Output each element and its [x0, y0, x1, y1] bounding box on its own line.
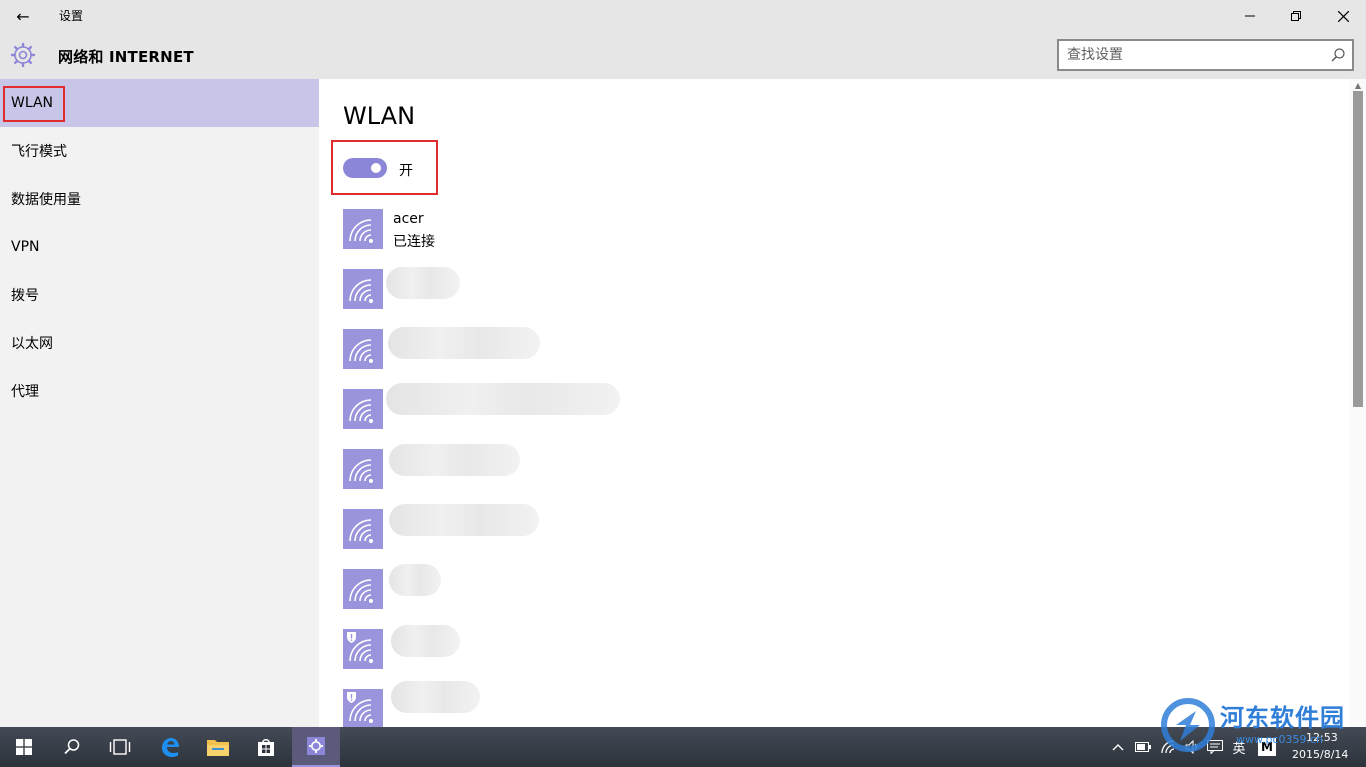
start-button[interactable] — [0, 727, 48, 767]
toggle-label: 开 — [399, 163, 413, 179]
edge-icon — [162, 738, 179, 757]
minimize-button[interactable] — [1227, 0, 1273, 32]
scroll-up-arrow-icon[interactable]: ▲ — [1353, 81, 1363, 90]
secured-wifi-icon — [347, 632, 373, 663]
sidebar-nav: WLAN 飞行模式 数据使用量 VPN 拨号 以太网 代理 — [0, 79, 319, 727]
section-title: WLAN — [343, 102, 416, 130]
wifi-network-item[interactable] — [343, 209, 383, 249]
store-button[interactable] — [242, 727, 290, 767]
settings-taskbar-button[interactable] — [292, 727, 340, 767]
edge-browser-button[interactable] — [146, 727, 194, 767]
restore-button[interactable] — [1273, 0, 1319, 32]
wifi-signal-icon — [349, 279, 373, 303]
redacted-network-name — [389, 564, 441, 596]
sidebar-item-data-usage[interactable]: 数据使用量 — [0, 175, 319, 223]
chevron-up-icon — [1112, 744, 1124, 751]
sidebar-item-label: VPN — [11, 239, 40, 255]
watermark-url: www.pc0359.cn — [1236, 733, 1324, 746]
sidebar-item-dialup[interactable]: 拨号 — [0, 271, 319, 319]
search-taskbar-button[interactable] — [48, 727, 96, 767]
redacted-network-name — [389, 504, 539, 536]
wifi-network-item[interactable] — [343, 509, 383, 549]
search-input[interactable] — [1067, 46, 1317, 64]
close-icon — [1337, 10, 1349, 22]
folder-icon — [207, 740, 229, 756]
gear-icon — [10, 42, 36, 68]
back-button[interactable]: ← — [0, 0, 46, 32]
vertical-scrollbar[interactable]: ▲ — [1350, 79, 1366, 727]
store-bag-icon — [258, 739, 274, 756]
sidebar-item-label: 以太网 — [11, 336, 53, 352]
toggle-knob — [371, 163, 381, 173]
redacted-network-name — [386, 383, 620, 415]
redacted-network-name — [391, 681, 480, 713]
search-box[interactable] — [1057, 39, 1354, 71]
sidebar-item-label: 飞行模式 — [11, 144, 67, 160]
sidebar-item-label: 数据使用量 — [11, 192, 81, 208]
secured-wifi-icon — [347, 692, 373, 723]
close-button[interactable] — [1320, 0, 1366, 32]
minimize-icon — [1245, 15, 1255, 17]
wifi-signal-icon — [349, 219, 373, 243]
file-explorer-button[interactable] — [194, 727, 242, 767]
wifi-network-item[interactable] — [343, 389, 383, 429]
sidebar-item-airplane-mode[interactable]: 飞行模式 — [0, 127, 319, 175]
wifi-signal-icon — [349, 459, 373, 483]
gear-icon — [307, 737, 325, 755]
network-status: 已连接 — [393, 234, 435, 250]
wifi-signal-icon — [349, 579, 373, 603]
redacted-network-name — [389, 444, 520, 476]
search-icon[interactable] — [1330, 47, 1346, 63]
wifi-network-item[interactable] — [343, 449, 383, 489]
window-title: 设置 — [59, 9, 84, 23]
battery-tray-button[interactable] — [1134, 738, 1152, 756]
wifi-signal-icon — [349, 399, 373, 423]
sidebar-item-label: 拨号 — [11, 288, 39, 304]
wifi-network-item[interactable] — [343, 629, 383, 669]
scroll-thumb[interactable] — [1353, 91, 1363, 407]
watermark-text: 河东软件园 — [1220, 703, 1345, 732]
settings-header: 网络和 INTERNET — [0, 32, 1366, 79]
wifi-network-item[interactable] — [343, 689, 383, 727]
network-name: acer — [393, 211, 424, 227]
sidebar-item-ethernet[interactable]: 以太网 — [0, 319, 319, 367]
sidebar-item-label: 代理 — [11, 384, 39, 400]
task-view-button[interactable] — [96, 727, 144, 767]
wlan-toggle[interactable] — [343, 158, 387, 178]
wifi-signal-icon — [349, 519, 373, 543]
windows-logo-icon — [16, 739, 32, 755]
wifi-network-item[interactable] — [343, 269, 383, 309]
task-view-icon — [109, 739, 131, 755]
title-bar: ← 设置 — [0, 0, 1366, 32]
sidebar-item-proxy[interactable]: 代理 — [0, 367, 319, 415]
back-arrow-icon: ← — [16, 6, 30, 26]
battery-icon — [1135, 742, 1151, 752]
redacted-network-name — [386, 267, 460, 299]
redacted-network-name — [388, 327, 540, 359]
redacted-network-name — [391, 625, 460, 657]
page-heading: 网络和 INTERNET — [58, 48, 194, 66]
wifi-signal-icon — [349, 339, 373, 363]
annotation-highlight-wlan — [3, 86, 65, 122]
search-icon — [64, 739, 80, 755]
show-hidden-icons-button[interactable] — [1110, 738, 1126, 756]
wifi-network-item[interactable] — [343, 329, 383, 369]
restore-icon — [1291, 11, 1301, 21]
sidebar-item-vpn[interactable]: VPN — [0, 223, 319, 271]
wifi-network-item[interactable] — [343, 569, 383, 609]
